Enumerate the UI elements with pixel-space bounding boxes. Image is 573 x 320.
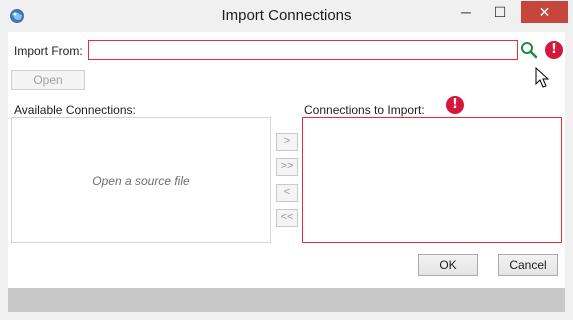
open-button[interactable]: Open xyxy=(11,70,85,90)
add-selected-button[interactable]: > xyxy=(276,133,298,151)
connections-to-import-error-icon: ! xyxy=(446,96,464,114)
ok-button[interactable]: OK xyxy=(418,254,478,276)
import-from-error-icon: ! xyxy=(545,41,563,59)
close-button[interactable]: ✕ xyxy=(521,1,568,23)
connections-to-import-label: Connections to Import: xyxy=(304,103,425,117)
remove-selected-button[interactable]: < xyxy=(276,184,298,202)
available-connections-label: Available Connections: xyxy=(14,103,136,117)
available-connections-list[interactable]: Open a source file xyxy=(11,117,271,243)
title-bar[interactable]: Import Connections ─ ☐ ✕ xyxy=(0,0,573,32)
mouse-cursor-icon xyxy=(535,67,550,88)
available-placeholder: Open a source file xyxy=(92,174,190,188)
import-connections-window: Import Connections ─ ☐ ✕ Import From: ! … xyxy=(0,0,573,320)
import-from-input[interactable] xyxy=(88,40,518,60)
add-all-button[interactable]: >> xyxy=(276,158,298,176)
search-icon[interactable] xyxy=(520,41,538,59)
import-from-label: Import From: xyxy=(14,44,83,58)
remove-all-button[interactable]: << xyxy=(276,209,298,227)
minimize-button[interactable]: ─ xyxy=(452,1,480,23)
cancel-button[interactable]: Cancel xyxy=(498,254,558,276)
maximize-button[interactable]: ☐ xyxy=(486,1,514,23)
status-footer xyxy=(8,288,565,312)
connections-to-import-list[interactable] xyxy=(302,117,562,243)
